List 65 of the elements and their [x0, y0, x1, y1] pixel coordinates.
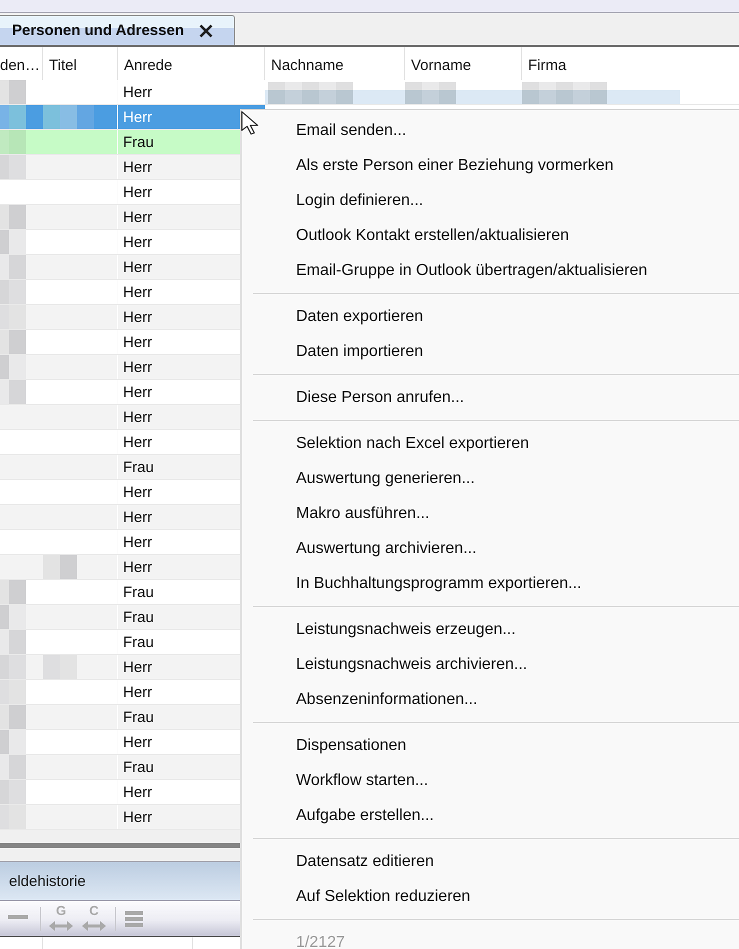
menu-item[interactable]: Auf Selektion reduzieren: [242, 879, 739, 914]
blurred-text: [0, 755, 26, 779]
column-header[interactable]: Firma: [522, 47, 739, 80]
blurred-text: [43, 555, 77, 579]
table-cell: Herr: [123, 108, 152, 126]
blurred-text: [0, 130, 26, 154]
blurred-text: [0, 205, 26, 229]
blurred-text: [0, 655, 26, 679]
table-cell: Herr: [123, 384, 152, 400]
table-cell: Herr: [123, 158, 152, 176]
table-cell: Herr: [123, 484, 152, 500]
table-cell: Frau: [123, 134, 154, 150]
table-cell: Herr: [123, 808, 152, 826]
table-cell: Herr: [123, 658, 152, 676]
double-arrow-icon: [49, 920, 73, 930]
blurred-text: [0, 630, 26, 654]
blurred-text: [0, 705, 26, 729]
blurred-text: [0, 280, 26, 304]
table-cell: Herr: [123, 84, 152, 100]
table-cell: Herr: [123, 684, 152, 700]
table-cell: Herr: [123, 358, 152, 376]
table-cell: Frau: [123, 634, 154, 650]
table-cell: Herr: [123, 334, 152, 350]
blurred-text: [43, 655, 77, 679]
table-cell: Herr: [123, 308, 152, 326]
scrollbar-thumb[interactable]: [0, 843, 240, 848]
table-cell: Herr: [123, 408, 152, 426]
table-cell: Herr: [123, 558, 152, 576]
panel-title: eldehistorie: [9, 872, 86, 890]
double-arrow-icon: [82, 920, 106, 930]
blurred-text: [43, 105, 94, 129]
table-cell: Frau: [123, 708, 154, 726]
table-cell: Herr: [123, 534, 152, 550]
table-row[interactable]: Herr: [0, 80, 739, 105]
table-cell: Herr: [123, 734, 152, 750]
blurred-text: [0, 380, 26, 404]
menu-item[interactable]: Datensatz editieren: [242, 844, 739, 879]
blurred-text: [0, 355, 26, 379]
table-cell: Herr: [123, 508, 152, 526]
blurred-text: [0, 155, 26, 179]
table-cell: Frau: [123, 758, 154, 776]
table-cell: Frau: [123, 608, 154, 626]
table-cell: Frau: [123, 458, 154, 476]
blurred-text: [0, 330, 26, 354]
blurred-text: [0, 305, 26, 329]
table-cell: Frau: [123, 584, 154, 600]
table-cell: Herr: [123, 434, 152, 450]
table-cell: Herr: [123, 284, 152, 300]
blurred-text: [0, 105, 26, 129]
blurred-text: [0, 680, 26, 704]
close-icon[interactable]: [199, 24, 213, 38]
blurred-text: [0, 230, 26, 254]
tab[interactable]: Personen und Adressen: [0, 15, 235, 45]
blurred-text: [0, 80, 26, 104]
blurred-text: [0, 730, 26, 754]
table-cell: Herr: [123, 184, 152, 200]
blurred-text: [0, 605, 26, 629]
table-cell: Herr: [123, 784, 152, 800]
blurred-text: [0, 255, 26, 279]
table-cell: Herr: [123, 258, 152, 276]
table-cell: Herr: [123, 208, 152, 226]
blurred-text: [0, 580, 26, 604]
blurred-text: [0, 780, 26, 804]
table-cell: Herr: [123, 234, 152, 250]
blurred-text: [0, 805, 26, 829]
